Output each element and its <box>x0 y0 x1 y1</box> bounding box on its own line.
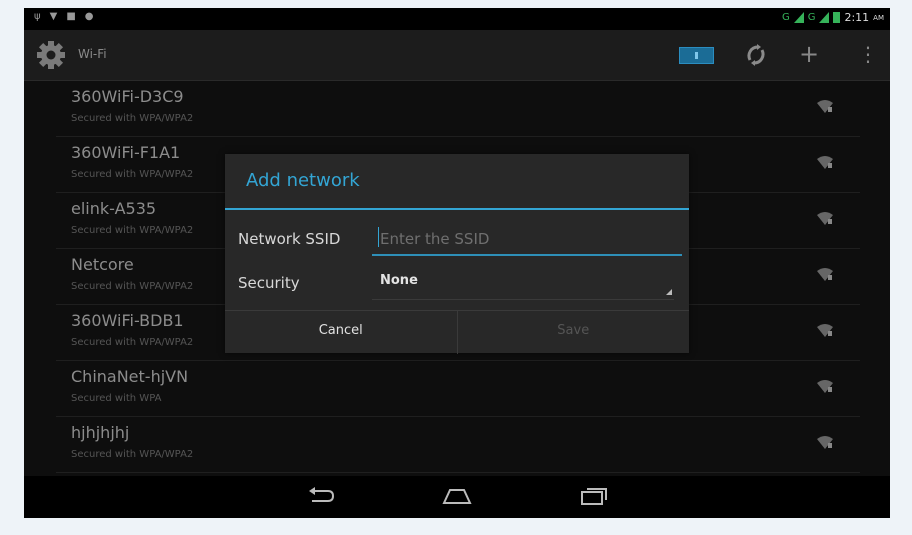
wps-icon[interactable] <box>746 44 766 66</box>
network-security: Secured with WPA/WPA2 <box>71 449 194 460</box>
page-title: Wi-Fi <box>78 47 107 61</box>
dialog-title-divider <box>225 208 689 210</box>
text-cursor <box>378 227 379 247</box>
action-bar: Wi-Fi + ⋮ <box>24 30 890 81</box>
network-security: Secured with WPA/WPA2 <box>71 281 194 292</box>
network-type-2: G <box>807 12 816 23</box>
download-icon: ▼ <box>49 11 58 22</box>
gear-icon[interactable] <box>36 40 66 70</box>
network-ssid: 360WiFi-D3C9 <box>71 87 184 106</box>
network-ssid: 360WiFi-BDB1 <box>71 311 184 330</box>
status-bar: ψ ▼ ■ ● G G 2:11 AM <box>24 8 890 30</box>
cancel-button[interactable]: Cancel <box>225 311 457 354</box>
security-select[interactable]: None <box>372 269 674 300</box>
network-row[interactable]: 360WiFi-D3C9 Secured with WPA/WPA2 <box>56 81 860 137</box>
network-security: Secured with WPA/WPA2 <box>71 225 194 236</box>
dialog-title: Add network <box>246 170 360 191</box>
wifi-signal-icon <box>817 324 833 337</box>
network-security: Secured with WPA/WPA2 <box>71 337 194 348</box>
add-network-dialog: Add network Network SSID Security None C… <box>225 154 689 354</box>
usb-icon: ψ <box>34 11 41 22</box>
save-button[interactable]: Save <box>456 311 690 354</box>
home-icon[interactable] <box>442 486 472 506</box>
android-icon: ● <box>84 11 94 22</box>
recents-icon[interactable] <box>579 486 609 506</box>
wifi-signal-icon <box>817 212 833 225</box>
ssid-input[interactable] <box>372 224 682 256</box>
clock-ampm: AM <box>873 13 884 22</box>
wifi-signal-icon <box>817 156 833 169</box>
network-row[interactable]: ChinaNet-hjVN Secured with WPA <box>56 361 860 417</box>
security-selected-value: None <box>380 273 418 288</box>
network-ssid: elink-A535 <box>71 199 157 218</box>
wifi-signal-icon <box>817 436 833 449</box>
network-row[interactable]: hjhjhjhj Secured with WPA/WPA2 <box>56 417 860 473</box>
network-ssid: ChinaNet-hjVN <box>71 367 189 386</box>
signal-icon <box>793 12 804 23</box>
dialog-button-bar: Cancel Save <box>225 310 689 354</box>
security-label: Security <box>238 274 300 292</box>
signal-icon-2 <box>819 12 830 23</box>
network-security: Secured with WPA/WPA2 <box>71 113 194 124</box>
network-ssid: hjhjhjhj <box>71 423 130 442</box>
ssid-label: Network SSID <box>238 230 341 248</box>
wifi-signal-icon <box>817 100 833 113</box>
network-security: Secured with WPA/WPA2 <box>71 169 194 180</box>
tablet-screen: ψ ▼ ■ ● G G 2:11 AM Wi-Fi + ⋮ 360WiFi-D3… <box>24 8 890 518</box>
system-icons: G G 2:11 AM <box>782 11 884 24</box>
network-ssid: 360WiFi-F1A1 <box>71 143 181 162</box>
overflow-menu-icon[interactable]: ⋮ <box>858 42 878 66</box>
dropdown-caret-icon <box>666 289 672 295</box>
battery-icon <box>833 12 841 23</box>
clock: 2:11 <box>844 11 870 24</box>
network-type: G <box>781 12 790 23</box>
navigation-bar <box>24 476 890 518</box>
add-icon[interactable]: + <box>799 42 819 66</box>
wifi-signal-icon <box>817 380 833 393</box>
back-icon[interactable] <box>306 486 336 506</box>
wifi-toggle[interactable] <box>679 47 714 64</box>
network-ssid: Netcore <box>71 255 134 274</box>
sd-card-icon: ■ <box>66 11 76 22</box>
notification-icons: ψ ▼ ■ ● <box>34 11 94 22</box>
wifi-signal-icon <box>817 268 833 281</box>
network-security: Secured with WPA <box>71 393 162 404</box>
